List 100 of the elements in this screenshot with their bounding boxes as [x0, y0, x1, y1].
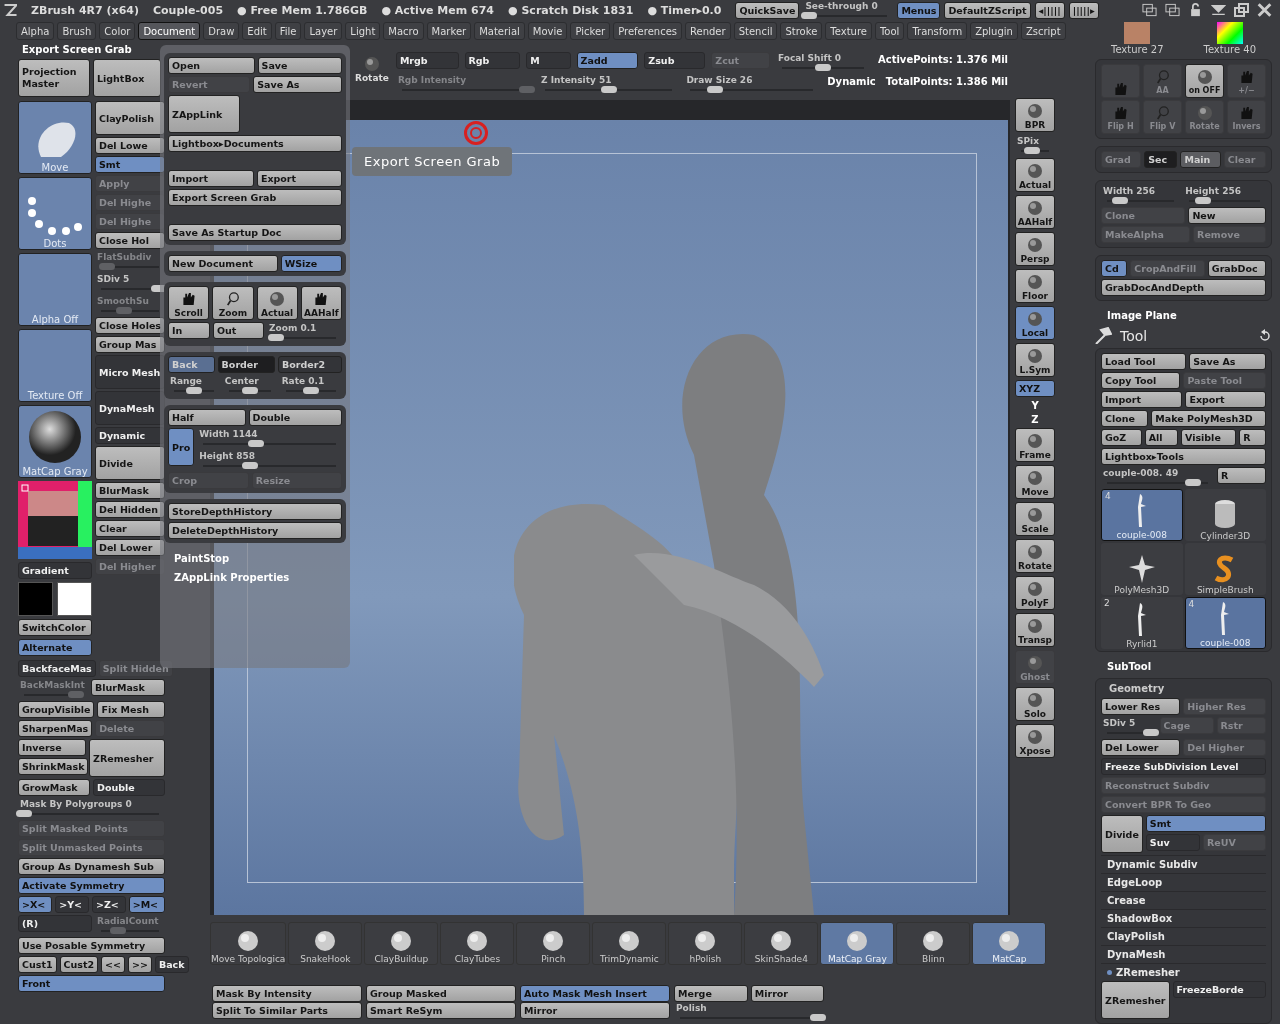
- slider-thumb[interactable]: [268, 334, 285, 341]
- control-button[interactable]: |||||▸: [1068, 1, 1099, 19]
- import-button[interactable]: Import: [168, 170, 254, 187]
- export-screen-grab-button[interactable]: Export Screen Grab: [168, 189, 342, 206]
- half-button[interactable]: Half: [168, 409, 246, 426]
- backfacemas-toggle[interactable]: BackfaceMas: [18, 660, 96, 677]
- out-button[interactable]: Out: [212, 322, 264, 339]
- menu-item[interactable]: Marker: [426, 22, 472, 40]
- frame-tool-button[interactable]: Frame: [1015, 428, 1055, 462]
- slider-thumb[interactable]: [1142, 729, 1159, 736]
- del-lowe-button[interactable]: Del Lowe: [95, 137, 165, 154]
- group-as-dynamesh-button[interactable]: Group As Dynamesh Sub: [18, 858, 165, 875]
- all-button[interactable]: All: [1144, 429, 1178, 446]
- cust1-button[interactable]: Cust1: [18, 956, 57, 973]
- solo-tool-button[interactable]: Solo: [1015, 687, 1055, 721]
- pro-toggle[interactable]: Pro: [168, 428, 195, 466]
- actual-tool-button[interactable]: Actual: [1015, 158, 1055, 192]
- color-picker[interactable]: [18, 481, 92, 559]
- projection-master-button[interactable]: Projection Master: [18, 59, 90, 97]
- bpr-tool-button[interactable]: BPR: [1015, 98, 1055, 132]
- blurmask-button[interactable]: BlurMask: [95, 482, 165, 499]
- tool-thumbnail[interactable]: PolyMesh3D: [1101, 543, 1183, 595]
- menu-item[interactable]: Material: [474, 22, 525, 40]
- dynamic-toggle[interactable]: Dynamic: [95, 427, 165, 444]
- fix-mesh-button[interactable]: Fix Mesh: [97, 701, 165, 718]
- cust2-button[interactable]: Cust2: [59, 956, 99, 973]
- l-sym-tool-button[interactable]: L.Sym: [1015, 343, 1055, 377]
- lightbox-documents-button[interactable]: Lightbox▸Documents: [168, 135, 342, 152]
- save-as-startup-button[interactable]: Save As Startup Doc: [168, 224, 342, 241]
- section-header[interactable]: ClayPolish: [1101, 927, 1266, 945]
- tool-thumbnail[interactable]: 4 couple-008: [1184, 597, 1266, 649]
- slider-thumb[interactable]: [241, 387, 258, 394]
- color-toggle[interactable]: Sec: [1144, 151, 1178, 168]
- alternate-toggle[interactable]: Alternate: [18, 639, 92, 656]
- new-document-button[interactable]: New Document: [168, 255, 278, 272]
- freezeborde-toggle[interactable]: FreezeBorde: [1172, 981, 1266, 998]
- section-header[interactable]: Dynamic Subdiv: [1101, 855, 1266, 873]
- menu-item[interactable]: Texture: [825, 22, 872, 40]
- del-lower-button[interactable]: Del Lower: [95, 539, 165, 556]
- rotate-tool-button[interactable]: Rotate: [354, 52, 390, 84]
- tool-thumbnail[interactable]: 2 Ryrlid1: [1101, 597, 1183, 649]
- smt-toggle[interactable]: Smt: [95, 156, 165, 173]
- m-toggle[interactable]: >M<: [128, 896, 165, 913]
- gradient-toggle[interactable]: Gradient: [18, 562, 92, 579]
- slider-thumb[interactable]: [241, 462, 258, 469]
- z-toggle[interactable]: >Z<: [91, 896, 126, 913]
- copy-tool-button[interactable]: Copy Tool: [1101, 372, 1181, 389]
- menu-item[interactable]: Zscript: [1020, 22, 1066, 40]
- section-header[interactable]: EdgeLoop: [1101, 873, 1266, 891]
- slider-thumb[interactable]: [814, 64, 831, 71]
- mask-by-intensity-button[interactable]: Mask By Intensity: [212, 985, 362, 1002]
- menu-item[interactable]: Draw: [203, 22, 240, 40]
- clear-button[interactable]: Clear: [95, 520, 165, 537]
- divide-button[interactable]: Divide: [95, 446, 165, 480]
- quicksave-button[interactable]: QuickSave: [735, 1, 800, 19]
- deletedepthhistory-button[interactable]: DeleteDepthHistory: [168, 522, 342, 539]
- zapplink-button[interactable]: ZAppLink: [168, 95, 240, 133]
- freeze-subdivision-level-toggle[interactable]: Freeze SubDivision Level: [1101, 758, 1266, 775]
- color-toggle[interactable]: Main: [1180, 151, 1221, 168]
- dynamesh-toggle[interactable]: DynaMesh: [95, 391, 165, 425]
- micro-mesh-toggle[interactable]: Micro Mesh: [95, 355, 165, 389]
- del-hidden-button[interactable]: Del Hidden: [95, 501, 165, 518]
- storedepthhistory-button[interactable]: StoreDepthHistory: [168, 503, 342, 520]
- brush-slot[interactable]: SkinShade4: [744, 922, 819, 965]
- zremesher-button[interactable]: ZRemesher: [1101, 981, 1170, 1019]
- tool-thumbnail[interactable]: 4 couple-008: [1101, 489, 1183, 541]
- new-button[interactable]: New: [1188, 207, 1266, 224]
- groupvisible-button[interactable]: GroupVisible: [18, 701, 95, 718]
- section-header[interactable]: ShadowBox: [1101, 909, 1266, 927]
- aahalf-tool-button[interactable]: AAHalf: [1015, 195, 1055, 229]
- zsub-toggle[interactable]: Zsub: [644, 52, 706, 69]
- shrinkmask-button[interactable]: ShrinkMask: [18, 758, 89, 775]
- brush-slot[interactable]: MatCap: [972, 922, 1047, 965]
- slider-thumb[interactable]: [600, 86, 617, 93]
- goz-button[interactable]: GoZ: [1101, 429, 1142, 446]
- grabdoc-button[interactable]: GrabDoc: [1207, 260, 1266, 277]
- slider-thumb[interactable]: [1184, 479, 1201, 486]
- lower-res-button[interactable]: Lower Res: [1101, 698, 1181, 715]
- menu-item[interactable]: Render: [685, 22, 731, 40]
- mirror-button[interactable]: Mirror: [750, 985, 824, 1002]
- slider-thumb[interactable]: [810, 1014, 826, 1021]
- menu-item[interactable]: Stencil: [733, 22, 778, 40]
- actual-tool-button[interactable]: Actual: [256, 286, 298, 320]
- menu-item[interactable]: File: [274, 22, 302, 40]
- slider-thumb[interactable]: [185, 387, 202, 394]
- use-posable-symmetry-button[interactable]: Use Posable Symmetry: [18, 937, 165, 954]
- polyf-tool-button[interactable]: PolyF: [1015, 576, 1055, 610]
- save-as-button[interactable]: Save As: [1189, 353, 1266, 370]
- slider-thumb[interactable]: [302, 387, 319, 394]
- gradient-thumbnail[interactable]: Texture 40: [1203, 22, 1256, 55]
- r-toggle[interactable]: (R): [18, 915, 92, 932]
- load-tool-button[interactable]: Load Tool: [1101, 353, 1187, 370]
- r-button[interactable]: R: [1239, 429, 1267, 446]
- slider-thumb[interactable]: [706, 86, 723, 93]
- menu-item[interactable]: Document: [138, 22, 201, 40]
- menu-item[interactable]: Brush: [57, 22, 97, 40]
- texture-thumbnail[interactable]: Texture 27: [1111, 22, 1164, 55]
- brush-slot[interactable]: Move Topologica: [210, 922, 287, 965]
- color-toggle[interactable]: Border2: [278, 356, 342, 373]
- front-toggle[interactable]: Front: [18, 975, 165, 992]
